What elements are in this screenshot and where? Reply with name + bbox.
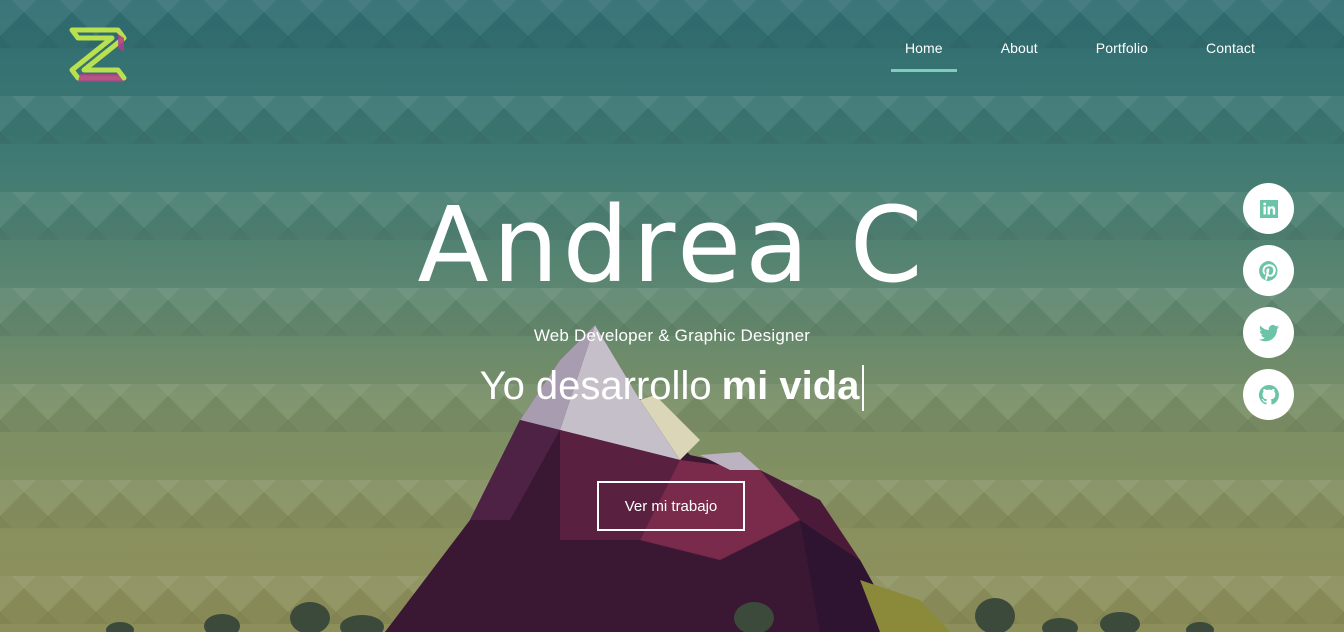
- typed-prefix: Yo desarrollo: [479, 364, 712, 408]
- linkedin-icon: [1259, 199, 1278, 218]
- nav-portfolio-link[interactable]: Portfolio: [1067, 30, 1177, 66]
- pinterest-link[interactable]: [1243, 245, 1294, 296]
- main-nav: Home About Portfolio Contact: [876, 30, 1284, 72]
- twitter-link[interactable]: [1243, 307, 1294, 358]
- github-link[interactable]: [1243, 369, 1294, 420]
- nav-home-link[interactable]: Home: [876, 30, 972, 72]
- twitter-icon: [1258, 324, 1279, 341]
- typed-tagline: Yo desarrollo mi vida: [0, 360, 1344, 412]
- pinterest-icon: [1258, 260, 1278, 281]
- social-links: [1243, 183, 1294, 420]
- nav-contact-link[interactable]: Contact: [1177, 30, 1284, 66]
- hero-section: Andrea C Web Developer & Graphic Designe…: [0, 190, 1344, 412]
- typed-word: mi vida: [721, 364, 860, 408]
- view-work-button[interactable]: Ver mi trabajo: [597, 481, 745, 531]
- linkedin-link[interactable]: [1243, 183, 1294, 234]
- hero-subtitle: Web Developer & Graphic Designer: [533, 326, 811, 345]
- typing-cursor: [862, 365, 865, 412]
- nav-about-link[interactable]: About: [972, 30, 1067, 66]
- ambigram-logo-icon[interactable]: [66, 24, 130, 88]
- github-icon: [1258, 384, 1279, 405]
- hero-name-heading: Andrea C: [417, 184, 927, 306]
